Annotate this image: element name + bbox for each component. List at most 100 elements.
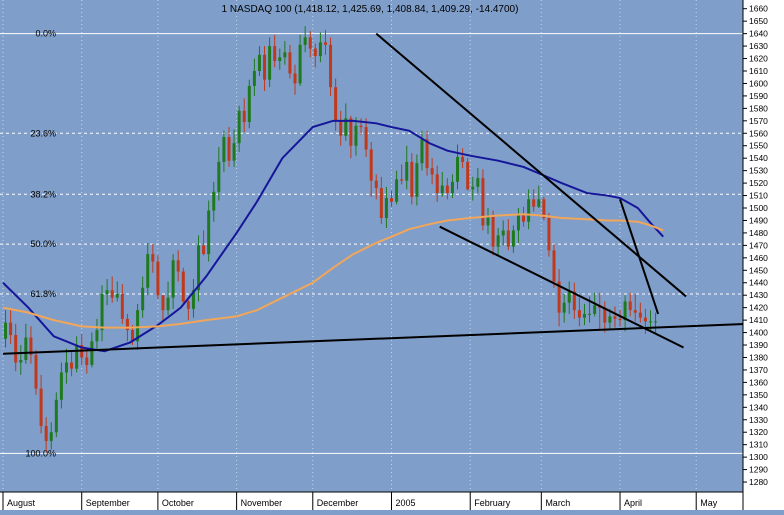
x-tick-label: March xyxy=(545,498,570,508)
y-tick-label: 1460 xyxy=(749,253,768,263)
candle-body xyxy=(643,317,647,322)
candlestick-chart: 0.0% 23.6% 38.2% 50.0% 61.8% 100.0% August Sep… xyxy=(0,0,784,510)
candle-body xyxy=(308,37,312,49)
x-tick-label: 2005 xyxy=(396,498,416,508)
y-tick-label: 1420 xyxy=(749,303,768,313)
candle-body xyxy=(273,46,277,62)
x-axis: August September October November December 20… xyxy=(0,491,784,510)
candle-body xyxy=(562,302,566,313)
candle-body xyxy=(75,345,79,369)
candle-body xyxy=(450,181,454,194)
candle-body xyxy=(257,54,261,71)
candle-body xyxy=(339,120,343,136)
candle-body xyxy=(166,297,170,311)
y-tick-label: 1530 xyxy=(749,166,768,176)
y-tick-label: 1470 xyxy=(749,240,768,250)
y-tick-label: 1480 xyxy=(749,228,768,238)
candle-body xyxy=(476,178,480,187)
candle-body xyxy=(496,235,500,247)
candle-body xyxy=(227,137,231,161)
candle-body xyxy=(466,161,470,190)
candle-body xyxy=(278,57,282,62)
candle-body xyxy=(44,425,48,441)
candle-body xyxy=(364,127,368,150)
candle-body xyxy=(547,217,551,251)
y-tick-label: 1310 xyxy=(749,440,768,450)
candle-body xyxy=(85,357,89,365)
candle-body xyxy=(420,139,424,164)
x-tick-label: August xyxy=(7,498,36,508)
candle-body xyxy=(283,52,287,58)
candle-body xyxy=(633,310,637,313)
y-tick-label: 1630 xyxy=(749,41,768,51)
y-tick-label: 1350 xyxy=(749,390,768,400)
candle-body xyxy=(19,359,23,363)
candle-body xyxy=(456,156,460,182)
fib-level-label: 0.0% xyxy=(35,29,56,39)
fib-level-label: 50.0% xyxy=(30,239,56,249)
candle-body xyxy=(39,388,43,426)
candle-body xyxy=(303,37,307,45)
y-tick-label: 1380 xyxy=(749,352,768,362)
candle-body xyxy=(54,399,58,433)
y-tick-label: 1360 xyxy=(749,377,768,387)
candle-body xyxy=(491,215,495,247)
candle-body xyxy=(70,362,74,369)
candle-body xyxy=(390,198,393,202)
candle-body xyxy=(567,291,571,303)
y-tick-label: 1520 xyxy=(749,178,768,188)
candle-body xyxy=(405,161,409,181)
candle-body xyxy=(588,313,592,315)
y-tick-label: 1410 xyxy=(749,315,768,325)
candle-body xyxy=(608,316,612,323)
candle-body xyxy=(415,163,419,197)
y-tick-label: 1400 xyxy=(749,328,768,338)
candle-body xyxy=(217,161,221,192)
candle-body xyxy=(247,85,251,123)
candle-body xyxy=(318,42,322,57)
candle-body xyxy=(90,341,94,365)
y-tick-label: 1560 xyxy=(749,128,768,138)
candle-body xyxy=(24,337,28,360)
candle-body xyxy=(384,198,388,218)
candle-body xyxy=(146,254,150,288)
candle-body xyxy=(359,125,363,128)
y-tick-label: 1430 xyxy=(749,290,768,300)
x-tick-label: February xyxy=(474,498,511,508)
candle-body xyxy=(638,312,642,318)
candle-body xyxy=(207,210,211,255)
candle-body xyxy=(14,335,18,363)
candle-body xyxy=(141,287,145,311)
candle-body xyxy=(151,254,155,262)
candle-body xyxy=(349,118,353,146)
candle-body xyxy=(64,362,68,373)
y-tick-label: 1340 xyxy=(749,402,768,412)
candle-body xyxy=(527,199,531,222)
x-tick-label: October xyxy=(162,498,194,508)
y-tick-label: 1330 xyxy=(749,415,768,425)
candle-body xyxy=(100,293,104,331)
y-tick-label: 1640 xyxy=(749,29,768,39)
candle-body xyxy=(252,70,256,86)
y-tick-label: 1580 xyxy=(749,103,768,113)
candle-body xyxy=(354,125,358,146)
candle-body xyxy=(156,261,160,296)
y-tick-label: 1550 xyxy=(749,141,768,151)
y-tick-label: 1390 xyxy=(749,340,768,350)
candle-body xyxy=(461,156,465,162)
candle-body xyxy=(59,372,63,400)
candle-body xyxy=(593,305,597,314)
candle-body xyxy=(34,354,38,389)
candle-body xyxy=(171,260,175,298)
candle-body xyxy=(430,168,434,175)
candle-body xyxy=(654,321,658,323)
candle-body xyxy=(410,161,414,197)
candle-body xyxy=(176,260,180,272)
y-tick-label: 1510 xyxy=(749,191,768,201)
candle-body xyxy=(440,185,444,194)
candle-body xyxy=(222,137,226,162)
candle-body xyxy=(186,301,190,309)
candle-body xyxy=(329,44,333,88)
candle-body xyxy=(120,293,124,319)
y-tick-label: 1570 xyxy=(749,116,768,126)
